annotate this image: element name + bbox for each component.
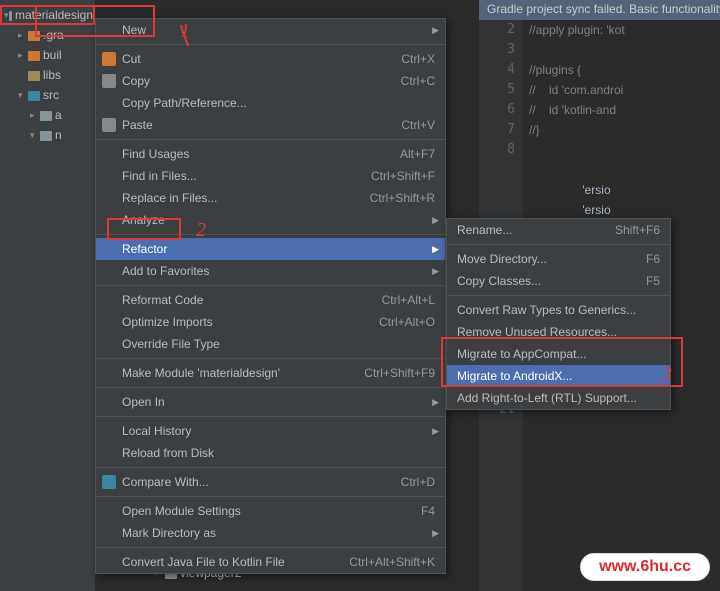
chevron-right-icon: ▶ — [432, 244, 439, 255]
tree-item[interactable]: ▾ src — [0, 85, 95, 105]
menu-item[interactable]: Open In▶ — [96, 391, 445, 413]
menu-item[interactable]: Migrate to AppCompat... — [447, 343, 670, 365]
context-menu[interactable]: New▶ CutCtrl+XCopyCtrl+CCopy Path/Referen… — [95, 18, 446, 574]
tree-item[interactable]: ▸ a — [0, 105, 95, 125]
menu-item[interactable]: Move Directory...F6 — [447, 248, 670, 270]
chevron-right-icon: ▶ — [432, 528, 439, 539]
chevron-down-icon: ▾ — [30, 130, 40, 141]
copy-icon — [102, 74, 116, 88]
chevron-right-icon: ▸ — [18, 50, 28, 61]
menu-item[interactable]: Compare With...Ctrl+D — [96, 471, 445, 493]
paste-icon — [102, 118, 116, 132]
menu-item[interactable]: Convert Java File to Kotlin FileCtrl+Alt… — [96, 551, 445, 573]
menu-item[interactable]: Override File Type — [96, 333, 445, 355]
chevron-right-icon: ▶ — [432, 25, 439, 36]
gradle-sync-warning[interactable]: Gradle project sync failed. Basic functi… — [479, 0, 720, 20]
watermark: www.6hu.cc — [580, 553, 710, 581]
diff-icon — [102, 475, 116, 489]
tree-item[interactable]: ▸ .gra — [0, 25, 95, 45]
menu-item[interactable]: Replace in Files...Ctrl+Shift+R — [96, 187, 445, 209]
menu-item[interactable]: PasteCtrl+V — [96, 114, 445, 136]
menu-item[interactable]: New▶ — [96, 19, 445, 41]
menu-item[interactable]: Make Module 'materialdesign'Ctrl+Shift+F… — [96, 362, 445, 384]
chevron-right-icon: ▶ — [432, 215, 439, 226]
chevron-right-icon: ▶ — [432, 397, 439, 408]
tree-root-label: materialdesign — [15, 8, 93, 22]
menu-item[interactable]: Migrate to AndroidX... — [447, 365, 670, 387]
menu-item[interactable]: Find UsagesAlt+F7 — [96, 143, 445, 165]
folder-icon — [28, 71, 40, 81]
menu-item[interactable]: Reload from Disk — [96, 442, 445, 464]
menu-item[interactable]: Rename...Shift+F6 — [447, 219, 670, 241]
menu-item[interactable]: Add to Favorites▶ — [96, 260, 445, 282]
chevron-right-icon: ▶ — [432, 266, 439, 277]
menu-item[interactable]: Analyze▶ — [96, 209, 445, 231]
menu-item[interactable]: Copy Path/Reference... — [96, 92, 445, 114]
folder-icon — [28, 51, 40, 61]
menu-item[interactable]: CopyCtrl+C — [96, 70, 445, 92]
chevron-right-icon: ▸ — [30, 110, 40, 121]
tree-root[interactable]: ▾ materialdesign — [0, 5, 95, 25]
module-icon — [9, 11, 12, 21]
project-tree[interactable]: ▾ materialdesign ▸ .gra ▸ buil libs ▾ sr… — [0, 0, 95, 591]
menu-item[interactable]: Find in Files...Ctrl+Shift+F — [96, 165, 445, 187]
menu-item[interactable]: Add Right-to-Left (RTL) Support... — [447, 387, 670, 409]
chevron-down-icon: ▾ — [18, 90, 28, 101]
folder-icon — [40, 111, 52, 121]
folder-icon — [40, 131, 52, 141]
chevron-right-icon: ▶ — [432, 426, 439, 437]
chevron-right-icon: ▸ — [18, 30, 28, 41]
menu-item[interactable]: Mark Directory as▶ — [96, 522, 445, 544]
cut-icon — [102, 52, 116, 66]
refactor-submenu[interactable]: Rename...Shift+F6 Move Directory...F6Copy… — [446, 218, 671, 410]
menu-item[interactable]: Local History▶ — [96, 420, 445, 442]
folder-icon — [28, 31, 40, 41]
tree-item[interactable]: ▸ buil — [0, 45, 95, 65]
menu-item[interactable]: Convert Raw Types to Generics... — [447, 299, 670, 321]
menu-item[interactable]: Refactor▶ — [96, 238, 445, 260]
menu-item[interactable]: CutCtrl+X — [96, 48, 445, 70]
menu-item[interactable]: Open Module SettingsF4 — [96, 500, 445, 522]
menu-item[interactable]: Copy Classes...F5 — [447, 270, 670, 292]
tree-item[interactable]: libs — [0, 65, 95, 85]
tree-item[interactable]: ▾ n — [0, 125, 95, 145]
folder-icon — [28, 91, 40, 101]
menu-item[interactable]: Remove Unused Resources... — [447, 321, 670, 343]
menu-item[interactable]: Optimize ImportsCtrl+Alt+O — [96, 311, 445, 333]
chevron-down-icon: ▾ — [4, 10, 9, 21]
menu-item[interactable]: Reformat CodeCtrl+Alt+L — [96, 289, 445, 311]
